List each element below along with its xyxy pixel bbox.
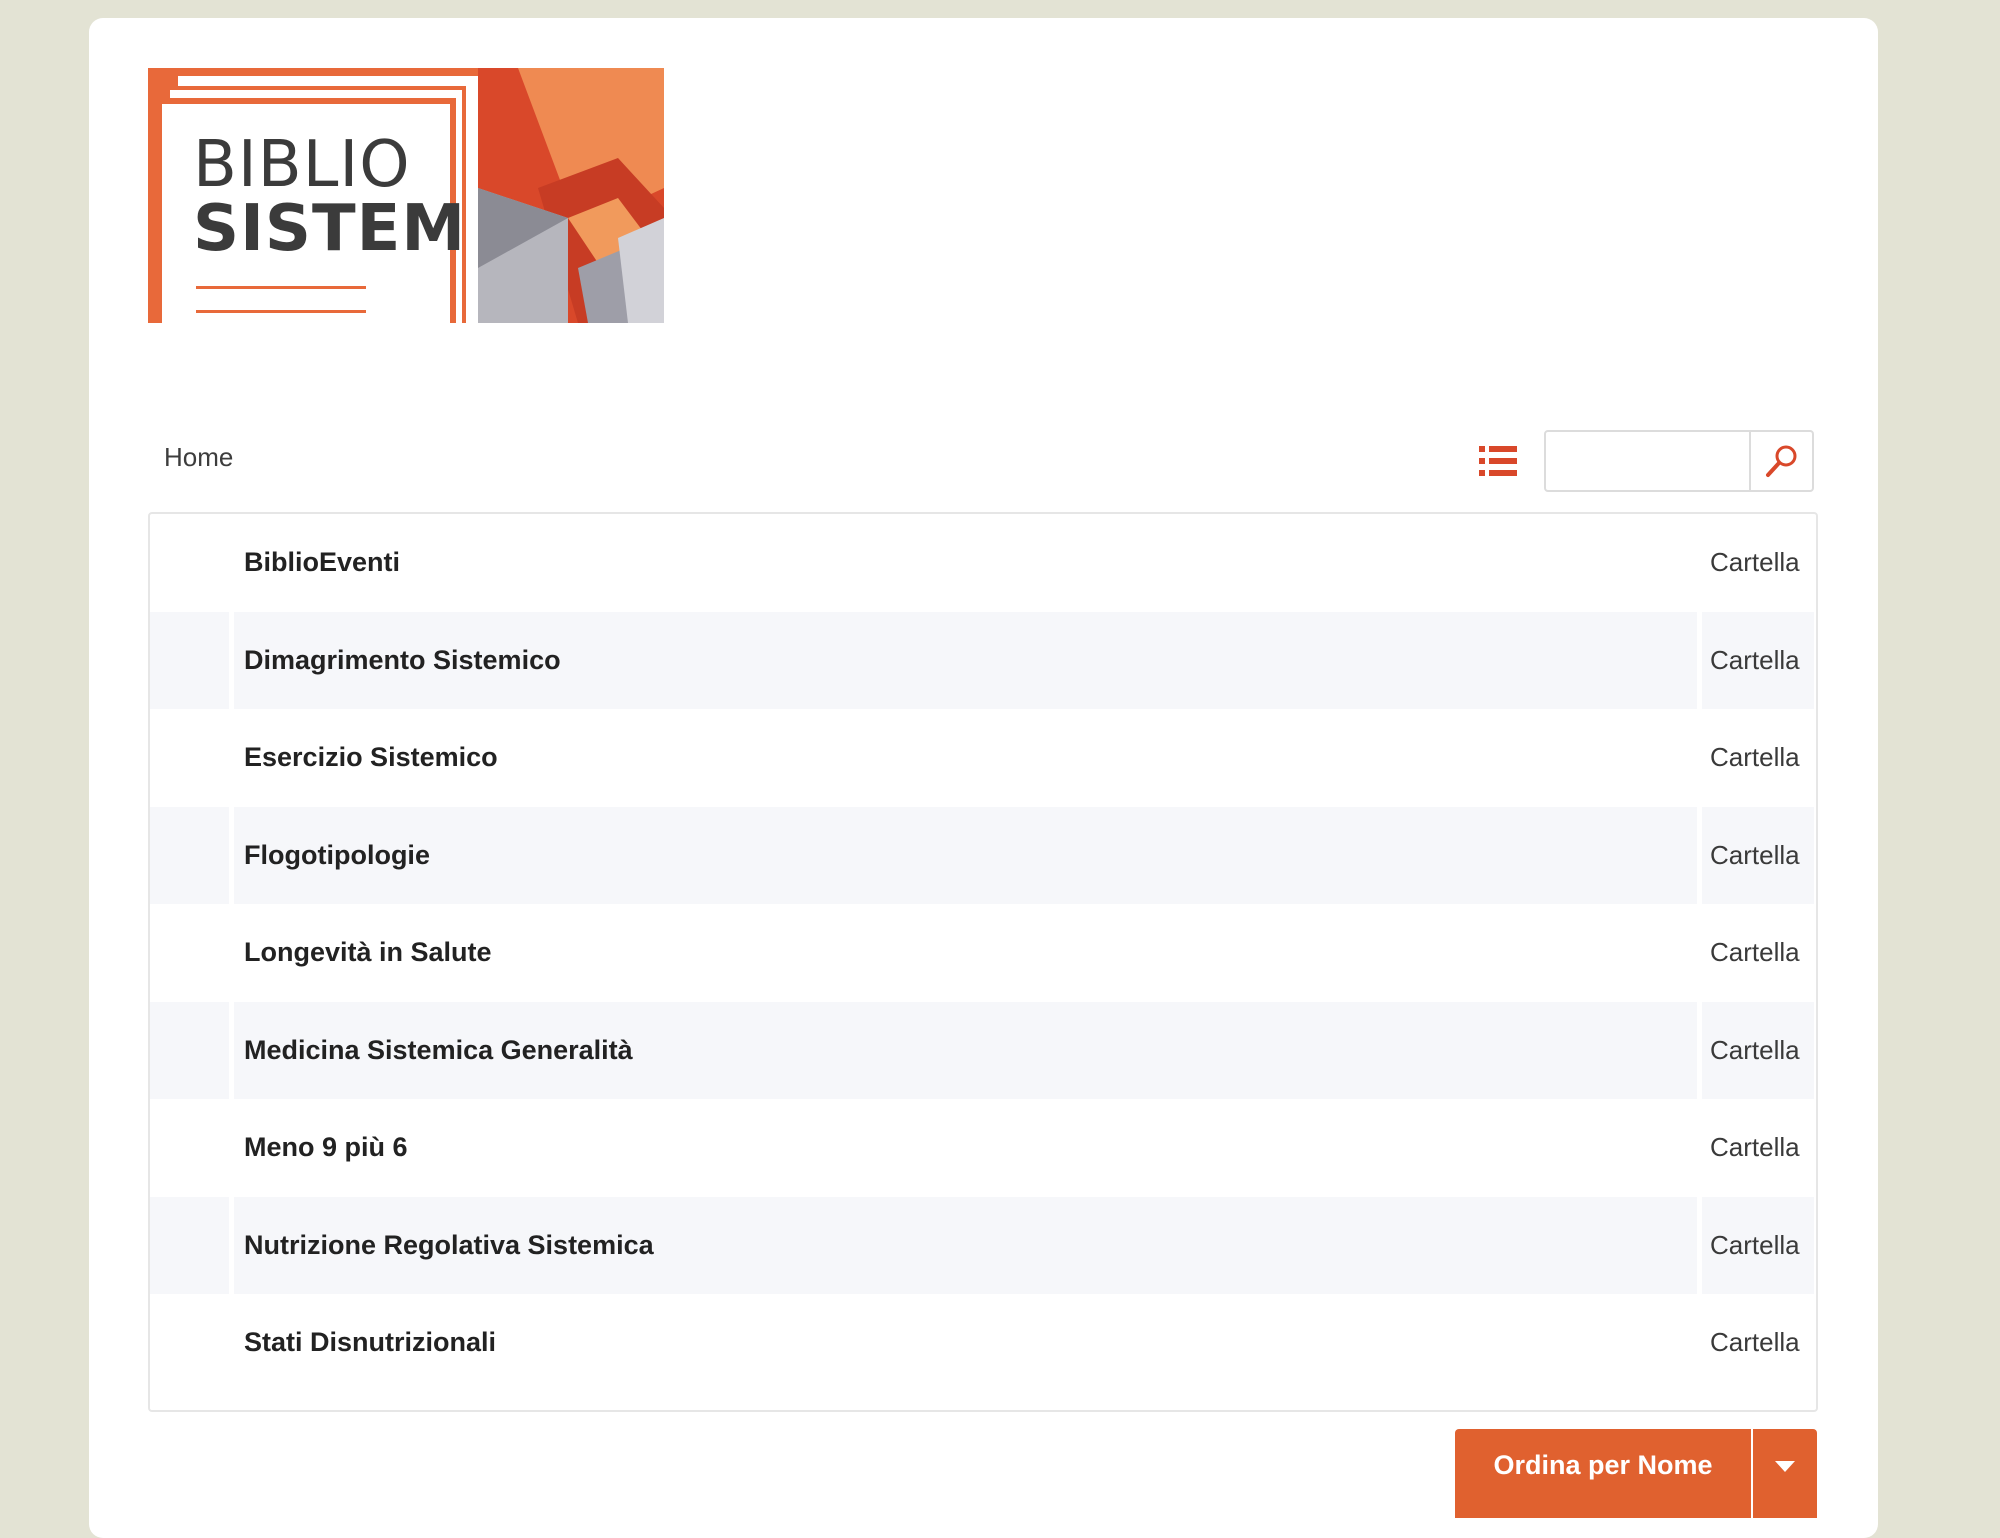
folder-type: Cartella [1710,742,1800,772]
list-item[interactable]: Meno 9 più 6 Cartella [150,1099,1816,1197]
folder-name[interactable]: Esercizio Sistemico [244,709,498,807]
folder-name[interactable]: Longevità in Salute [244,904,492,1002]
caret-down-icon [1775,1461,1795,1472]
column-divider [229,1001,234,1099]
column-divider [1697,611,1702,709]
folder-name[interactable]: BiblioEventi [244,514,400,612]
folder-type: Cartella [1710,839,1800,870]
search-button[interactable] [1749,432,1812,490]
column-divider [229,611,234,709]
folder-name[interactable]: Flogotipologie [244,807,430,905]
list-item[interactable]: Longevità in Salute Cartella [150,904,1816,1002]
column-divider [1697,1196,1702,1294]
column-divider [1814,611,1816,709]
folder-type: Cartella [1710,1327,1800,1357]
list-item[interactable]: Esercizio Sistemico Cartella [150,709,1816,807]
breadcrumb-home[interactable]: Home [164,442,233,473]
search-input[interactable] [1546,432,1749,490]
column-divider [1697,806,1702,904]
list-view-icon[interactable] [1479,444,1517,478]
folder-name[interactable]: Stati Disnutrizionali [244,1294,496,1392]
list-item[interactable]: Stati Disnutrizionali Cartella [150,1294,1816,1392]
column-divider [1697,1001,1702,1099]
column-divider [1814,1001,1816,1099]
search-icon [1765,445,1796,477]
folder-list: BiblioEventi Cartella Dimagrimento Siste… [148,512,1818,1412]
sort-dropdown-toggle[interactable] [1753,1429,1817,1518]
folder-name[interactable]: Nutrizione Regolativa Sistemica [244,1197,654,1295]
column-divider [229,1196,234,1294]
folder-name[interactable]: Medicina Sistemica Generalità [244,1002,633,1100]
search-box [1544,430,1814,492]
folder-name[interactable]: Meno 9 più 6 [244,1099,408,1197]
list-item[interactable]: Flogotipologie Cartella [150,806,1816,905]
folder-type: Cartella [1710,1229,1800,1260]
logo-text-sistem: SISTEM [193,192,467,266]
list-item[interactable]: BiblioEventi Cartella [150,514,1816,612]
list-item[interactable]: Nutrizione Regolativa Sistemica Cartella [150,1196,1816,1295]
logo-text-biblio: BIBLIO [193,128,411,202]
biblio-sistem-logo[interactable]: BIBLIO SISTEM [148,68,664,323]
folder-name[interactable]: Dimagrimento Sistemico [244,612,561,710]
folder-type: Cartella [1710,1132,1800,1162]
list-item[interactable]: Dimagrimento Sistemico Cartella [150,611,1816,710]
list-item[interactable]: Medicina Sistemica Generalità Cartella [150,1001,1816,1100]
main-card: BIBLIO SISTEM Home BiblioEventi Cartella [89,18,1878,1538]
column-divider [1814,1196,1816,1294]
sort-by-name-button[interactable]: Ordina per Nome [1455,1429,1751,1518]
column-divider [229,806,234,904]
column-divider [1814,806,1816,904]
folder-type: Cartella [1710,547,1800,577]
folder-type: Cartella [1710,1034,1800,1065]
folder-type: Cartella [1710,644,1800,675]
folder-type: Cartella [1710,937,1800,967]
